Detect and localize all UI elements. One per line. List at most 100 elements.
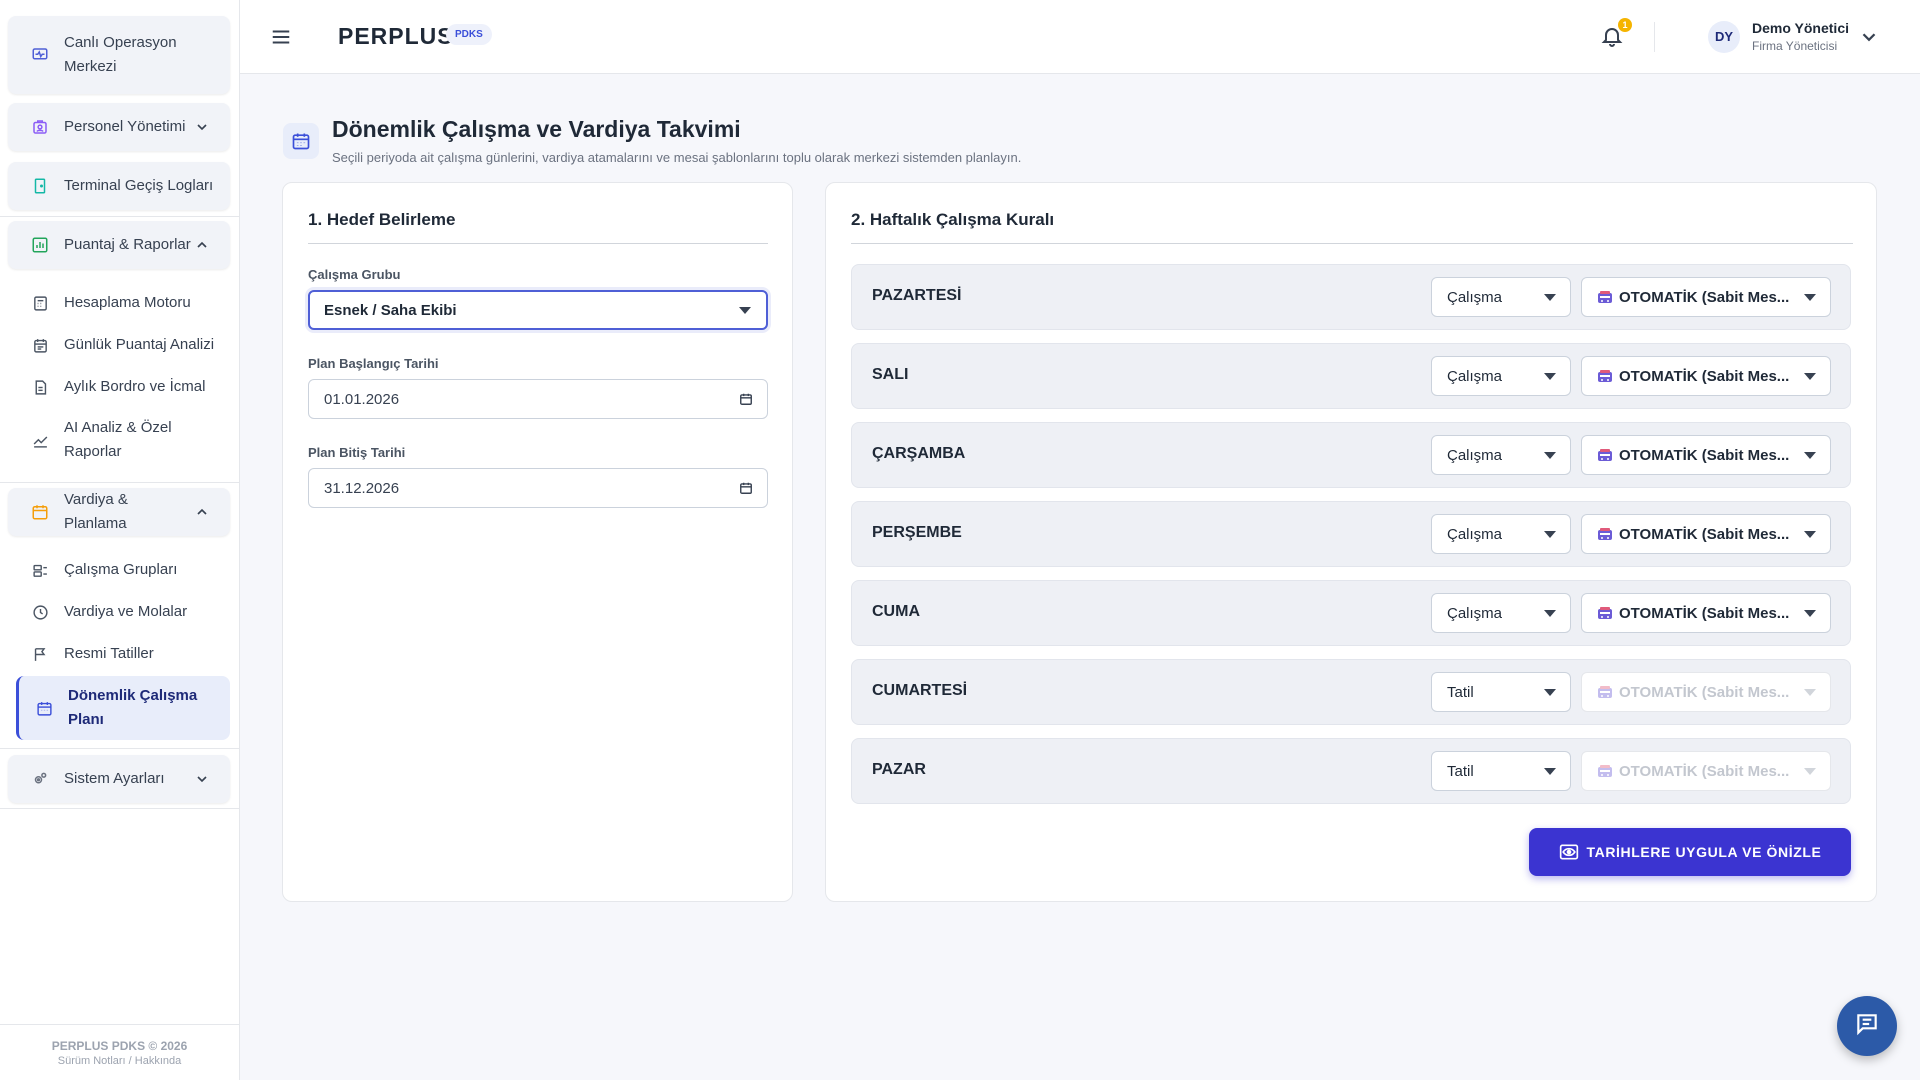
user-role: Firma Yöneticisi [1752,39,1838,53]
start-date-label: Plan Başlangıç Tarihi [308,356,439,371]
sidebar-item-label: Çalışma Grupları [64,561,178,578]
sidebar-divider [0,216,239,217]
caret-down-icon [1804,768,1816,775]
hamburger-menu-icon[interactable] [270,26,292,48]
end-date-input[interactable]: 31.12.2026 [308,468,768,508]
shift-template-value: OTOMATİK (Sabit Mes... [1619,604,1790,622]
sidebar-item-label: Günlük Puantaj Analizi [64,336,215,353]
day-type-value: Çalışma [1447,288,1503,306]
calendar-icon [283,123,319,159]
day-type-value: Tatil [1447,683,1474,701]
sidebar-item-shifts-breaks[interactable]: Vardiya ve Molalar [16,595,230,629]
shift-template-select: OTOMATİK (Sabit Mes... [1581,672,1831,712]
sidebar-item-periodic-plan[interactable]: Dönemlik Çalışma Planı [16,676,230,740]
caret-down-icon [1804,610,1816,617]
day-type-select[interactable]: Çalışma [1431,514,1571,554]
caret-down-icon [1804,373,1816,380]
shift-template-value: OTOMATİK (Sabit Mes... [1619,525,1790,543]
sidebar-item-personnel[interactable]: Personel Yönetimi [8,103,230,151]
caret-down-icon [1544,531,1556,538]
badge-icon [30,117,50,137]
sidebar-item-label: Dönemlik Çalışma Planı [68,687,198,728]
sidebar-item-live-operations[interactable]: Canlı Operasyon Merkezi [8,16,230,94]
sidebar-divider [0,808,239,809]
calendar-picker-icon[interactable] [739,481,753,495]
day-type-select[interactable]: Çalışma [1431,277,1571,317]
sidebar-item-work-groups[interactable]: Çalışma Grupları [16,553,230,587]
chart-icon [30,235,50,255]
group-label: Çalışma Grubu [308,267,401,282]
chevron-down-icon [192,769,212,789]
sidebar: Canlı Operasyon Merkezi Personel Yönetim… [0,0,240,1080]
monitor-pulse-icon [30,45,50,65]
day-type-select[interactable]: Tatil [1431,672,1571,712]
sidebar-item-label: Vardiya & Planlama [64,491,128,532]
calendar-picker-icon[interactable] [739,392,753,406]
work-group-value: Esnek / Saha Ekibi [324,301,457,319]
sidebar-item-label: Personel Yönetimi [64,118,186,135]
sidebar-item-label: Hesaplama Motoru [64,294,191,311]
sidebar-item-ai-analysis[interactable]: AI Analiz & Özel Raporlar [16,412,230,468]
flag-icon [30,644,50,664]
chevron-up-icon [192,235,212,255]
day-type-select[interactable]: Çalışma [1431,435,1571,475]
start-date-value: 01.01.2026 [324,390,400,408]
day-type-select[interactable]: Tatil [1431,751,1571,791]
brand-logo[interactable]: PERPLUS [338,23,454,50]
day-name: PAZAR [872,761,926,778]
sidebar-item-label: Puantaj & Raporlar [64,236,191,253]
footer-links[interactable]: Sürüm Notları / Hakkında [0,1055,239,1067]
gears-icon [30,769,50,789]
shift-template-select[interactable]: OTOMATİK (Sabit Mes... [1581,593,1831,633]
sidebar-item-calculation-engine[interactable]: Hesaplama Motoru [16,286,230,320]
calendar-edit-icon [30,502,50,522]
sidebar-item-public-holidays[interactable]: Resmi Tatiller [16,637,230,671]
shift-template-select[interactable]: OTOMATİK (Sabit Mes... [1581,514,1831,554]
chat-button[interactable] [1837,996,1897,1056]
day-type-select[interactable]: Çalışma [1431,356,1571,396]
document-icon [30,377,50,397]
header-divider [1654,22,1655,52]
shift-template-select[interactable]: OTOMATİK (Sabit Mes... [1581,356,1831,396]
group-icon [30,560,50,580]
sidebar-item-terminal-logs[interactable]: Terminal Geçiş Logları [8,162,230,210]
card-divider [851,243,1853,244]
chevron-down-icon[interactable] [1858,26,1880,48]
sidebar-item-monthly-payroll[interactable]: Aylık Bordro ve İcmal [16,370,230,404]
caret-down-icon [1544,768,1556,775]
sidebar-item-timesheet-reports[interactable]: Puantaj & Raporlar [8,221,230,269]
chat-icon [1854,1011,1880,1042]
avatar[interactable]: DY [1708,21,1740,53]
user-name[interactable]: Demo Yönetici [1752,20,1849,36]
bus-icon [1597,526,1613,542]
day-name: CUMARTESİ [872,682,968,699]
work-group-select[interactable]: Esnek / Saha Ekibi [308,290,768,330]
caret-down-icon [1804,294,1816,301]
day-type-value: Çalışma [1447,604,1503,622]
sidebar-footer: PERPLUS PDKS © 2026 Sürüm Notları / Hakk… [0,1024,239,1080]
start-date-input[interactable]: 01.01.2026 [308,379,768,419]
day-type-select[interactable]: Çalışma [1431,593,1571,633]
bus-icon [1597,605,1613,621]
apply-preview-button[interactable]: TARİHLERE UYGULA VE ÖNİZLE [1529,828,1851,876]
sidebar-item-label: Vardiya ve Molalar [64,603,188,620]
sidebar-item-shift-planning[interactable]: Vardiya & Planlama [8,488,230,536]
caret-down-icon [1544,373,1556,380]
shift-template-select: OTOMATİK (Sabit Mes... [1581,751,1831,791]
brand-badge: PDKS [446,24,492,45]
clock-icon [30,602,50,622]
shift-template-select[interactable]: OTOMATİK (Sabit Mes... [1581,435,1831,475]
chevron-down-icon [192,117,212,137]
day-row: PAZARTESİ Çalışma OTOMATİK (Sabit Mes... [851,264,1851,330]
apply-preview-label: TARİHLERE UYGULA VE ÖNİZLE [1586,844,1822,860]
sidebar-item-daily-timesheet[interactable]: Günlük Puantaj Analizi [16,328,230,362]
sidebar-item-system-settings[interactable]: Sistem Ayarları [8,755,230,803]
shift-template-select[interactable]: OTOMATİK (Sabit Mes... [1581,277,1831,317]
card-title: 1. Hedef Belirleme [308,210,456,229]
caret-down-icon [1544,452,1556,459]
shift-template-value: OTOMATİK (Sabit Mes... [1619,446,1790,464]
day-name: PAZARTESİ [872,287,962,304]
notification-count-badge: 1 [1618,18,1632,32]
trend-icon [30,430,50,450]
day-type-value: Çalışma [1447,367,1503,385]
